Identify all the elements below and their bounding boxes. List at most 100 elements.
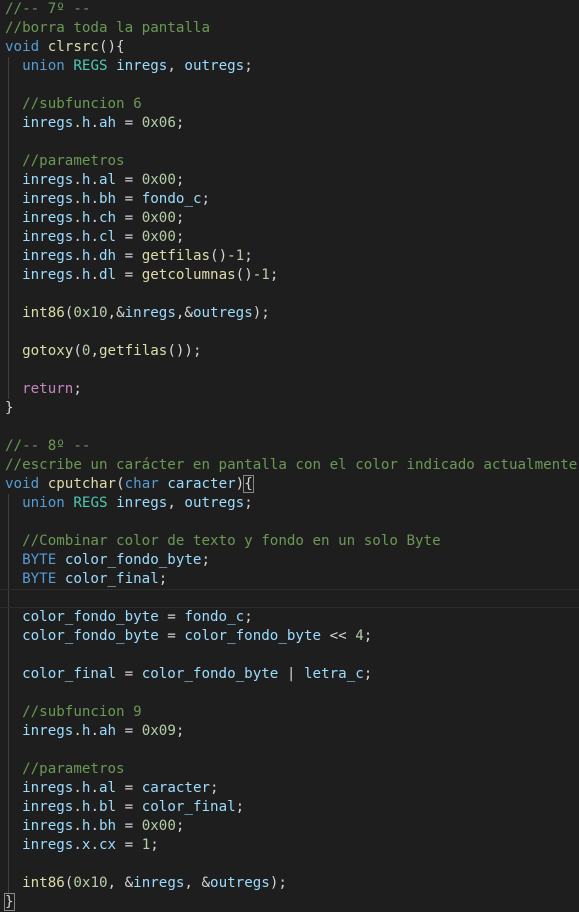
code-token-plain: . [73, 267, 82, 283]
indent-guide [8, 361, 9, 380]
code-line[interactable]: color_fondo_byte = color_fondo_byte << 4… [0, 627, 579, 646]
code-token-variable: inregs [22, 837, 74, 853]
code-token-plain: = [116, 210, 142, 226]
code-line[interactable] [0, 855, 579, 874]
code-token-plain: . [73, 818, 82, 834]
code-token-variable: bh [98, 191, 117, 207]
code-line[interactable]: inregs.h.ah = 0x09; [0, 722, 579, 741]
code-token-plain: . [73, 115, 82, 131]
indent-guide [8, 627, 9, 646]
code-token-number: 0x10 [73, 305, 108, 321]
code-token-plain: << [321, 628, 356, 644]
code-token-plain: . [90, 799, 99, 815]
code-token-plain: = [116, 666, 142, 682]
code-line[interactable]: int86(0x10,&inregs,&outregs); [0, 304, 579, 323]
code-token-plain: . [90, 248, 99, 264]
code-token-plain: = [116, 229, 142, 245]
code-line[interactable]: inregs.h.ch = 0x00; [0, 209, 579, 228]
code-token-plain: . [73, 799, 82, 815]
code-line[interactable]: //-- 8º -- [0, 437, 579, 456]
code-token-plain: ) [235, 476, 245, 492]
code-token-plain: ; [175, 229, 185, 245]
code-line[interactable]: } [0, 399, 579, 418]
code-token-variable: fondo_c [184, 609, 245, 625]
code-line[interactable]: inregs.h.cl = 0x00; [0, 228, 579, 247]
code-line[interactable]: //escribe un carácter en pantalla con el… [0, 456, 579, 475]
code-token-plain: ; [175, 210, 185, 226]
indent-guide [8, 513, 9, 532]
code-token-variable: color_fondo_byte [22, 609, 159, 625]
code-line[interactable] [0, 589, 579, 608]
code-editor[interactable]: //-- 7º -- //borra toda la pantalla void c… [0, 0, 579, 912]
code-token-plain: . [90, 780, 99, 796]
code-token-plain: . [73, 837, 82, 853]
code-line[interactable]: //Combinar color de texto y fondo en un … [0, 532, 579, 551]
code-line[interactable]: //subfuncion 6 [0, 95, 579, 114]
code-line[interactable]: inregs.h.bh = fondo_c; [0, 190, 579, 209]
indent-guide [8, 323, 9, 342]
code-line[interactable]: inregs.h.bl = color_final; [0, 798, 579, 817]
code-token-plain: . [90, 210, 99, 226]
code-line[interactable] [0, 285, 579, 304]
code-token-plain: . [73, 248, 82, 264]
indent-guide [8, 817, 9, 836]
code-token-variable: cx [98, 837, 117, 853]
code-line[interactable]: void cputchar(char caracter){ [0, 475, 579, 494]
code-line[interactable]: //borra toda la pantalla [0, 19, 579, 38]
code-line[interactable] [0, 741, 579, 760]
code-token-variable: outregs [184, 58, 245, 74]
code-line[interactable]: return; [0, 380, 579, 399]
code-line[interactable]: inregs.h.al = 0x00; [0, 171, 579, 190]
code-line[interactable]: BYTE color_fondo_byte; [0, 551, 579, 570]
code-line[interactable]: color_fondo_byte = fondo_c; [0, 608, 579, 627]
code-token-variable: inregs [22, 115, 74, 131]
code-token-function: getfilas [141, 248, 211, 264]
code-token-plain: . [73, 172, 82, 188]
code-line[interactable]: inregs.h.bh = 0x00; [0, 817, 579, 836]
code-line[interactable]: //parametros [0, 152, 579, 171]
code-line[interactable] [0, 323, 579, 342]
code-line[interactable]: BYTE color_final; [0, 570, 579, 589]
code-line[interactable] [0, 684, 579, 703]
code-line[interactable] [0, 133, 579, 152]
code-line[interactable]: inregs.h.dl = getcolumnas()-1; [0, 266, 579, 285]
code-token-comment: //subfuncion 6 [22, 96, 142, 112]
code-token-variable: inregs [116, 58, 168, 74]
code-line[interactable]: color_final = color_fondo_byte | letra_c… [0, 665, 579, 684]
code-line[interactable] [0, 513, 579, 532]
code-line[interactable]: //parametros [0, 760, 579, 779]
code-line[interactable] [0, 646, 579, 665]
code-line[interactable]: int86(0x10, &inregs, &outregs); [0, 874, 579, 893]
code-line[interactable]: void clrsrc(){ [0, 38, 579, 57]
code-token-variable: ch [98, 210, 117, 226]
code-token-variable: outregs [184, 495, 245, 511]
code-token-number: 0x09 [141, 723, 176, 739]
indent-guide [8, 209, 9, 228]
code-token-plain: ; [244, 248, 253, 264]
code-line[interactable]: union REGS inregs, outregs; [0, 494, 579, 513]
code-token-comment: //escribe un carácter en pantalla con el… [5, 457, 578, 473]
indent-guide [8, 152, 9, 171]
code-line[interactable]: inregs.h.al = caracter; [0, 779, 579, 798]
code-token-variable: bl [98, 799, 117, 815]
code-line[interactable]: //subfuncion 9 [0, 703, 579, 722]
indent-guide [8, 551, 9, 570]
indent-guide [8, 190, 9, 209]
code-token-number: 1 [261, 267, 270, 283]
code-token-plain: , & [107, 875, 134, 891]
code-line[interactable]: inregs.h.dh = getfilas()-1; [0, 247, 579, 266]
code-line[interactable]: //-- 7º -- [0, 0, 579, 19]
code-line[interactable]: union REGS inregs, outregs; [0, 57, 579, 76]
code-token-number: 0x00 [141, 210, 176, 226]
code-line[interactable]: } [0, 893, 579, 912]
code-line[interactable] [0, 361, 579, 380]
code-token-variable: inregs [22, 191, 74, 207]
code-line[interactable] [0, 418, 579, 437]
code-line[interactable] [0, 76, 579, 95]
code-line[interactable]: inregs.h.ah = 0x06; [0, 114, 579, 133]
code-token-plain: } [5, 400, 14, 416]
code-line[interactable]: gotoxy(0,getfilas()); [0, 342, 579, 361]
code-line[interactable]: inregs.x.cx = 1; [0, 836, 579, 855]
code-token-plain: = [116, 248, 142, 264]
